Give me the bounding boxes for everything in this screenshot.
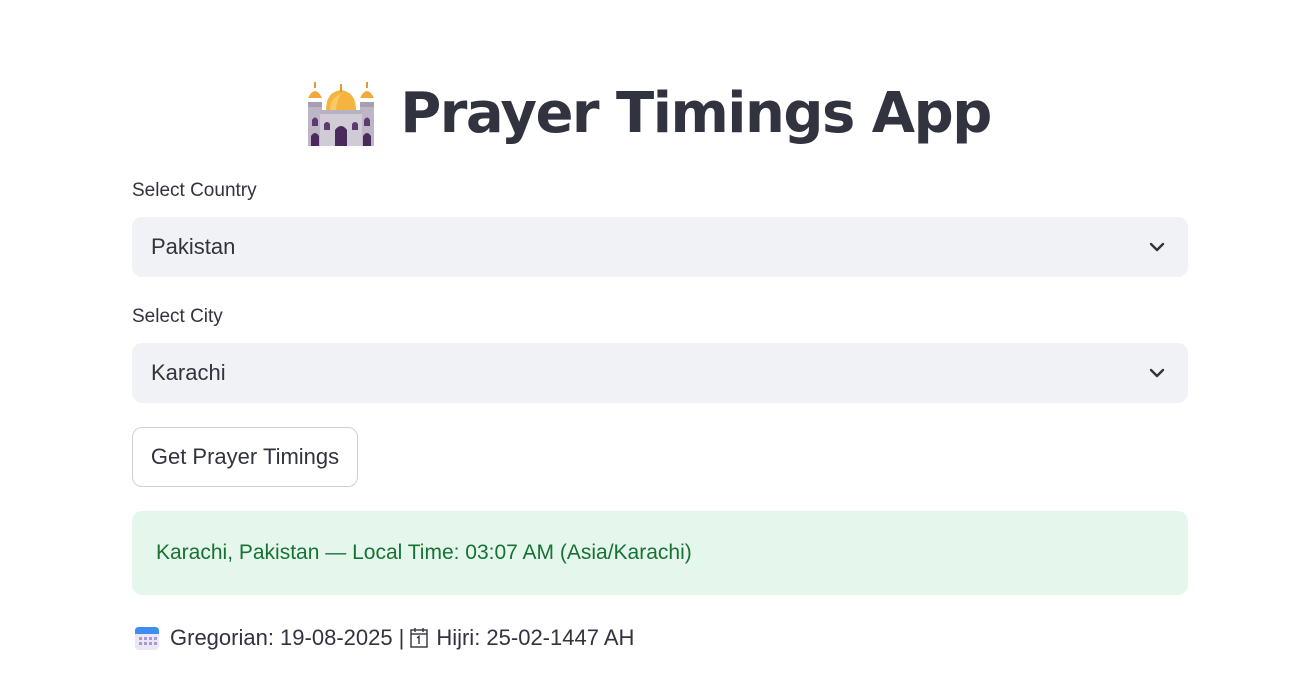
page-header: Prayer Timings App xyxy=(0,68,1297,158)
page-title: Prayer Timings App xyxy=(400,80,992,146)
city-label: Select City xyxy=(132,306,223,327)
city-select-value: Karachi xyxy=(151,360,226,385)
local-time-message: Karachi, Pakistan — Local Time: 03:07 AM… xyxy=(156,541,692,564)
country-select-value: Pakistan xyxy=(151,234,236,259)
city-select[interactable]: Karachi xyxy=(132,343,1188,403)
chevron-down-icon xyxy=(1149,368,1165,378)
date-icon xyxy=(410,628,429,648)
hijri-date: Hijri: 25-02-1447 AH xyxy=(436,625,635,650)
local-time-alert: Karachi, Pakistan — Local Time: 03:07 AM… xyxy=(132,511,1188,595)
get-prayer-timings-button[interactable]: Get Prayer Timings xyxy=(132,427,358,487)
chevron-down-icon xyxy=(1149,242,1165,252)
mosque-icon xyxy=(308,82,375,146)
date-separator: | xyxy=(398,625,405,650)
app-root: Prayer Timings App Select Country Pakist… xyxy=(0,0,1297,679)
date-info: Gregorian: 19-08-2025 | Hijri: 25-02-144… xyxy=(134,622,634,654)
calendar-icon xyxy=(135,627,159,650)
country-select[interactable]: Pakistan xyxy=(132,217,1188,277)
country-label: Select Country xyxy=(132,180,257,201)
gregorian-date: Gregorian: 19-08-2025 xyxy=(170,625,393,650)
